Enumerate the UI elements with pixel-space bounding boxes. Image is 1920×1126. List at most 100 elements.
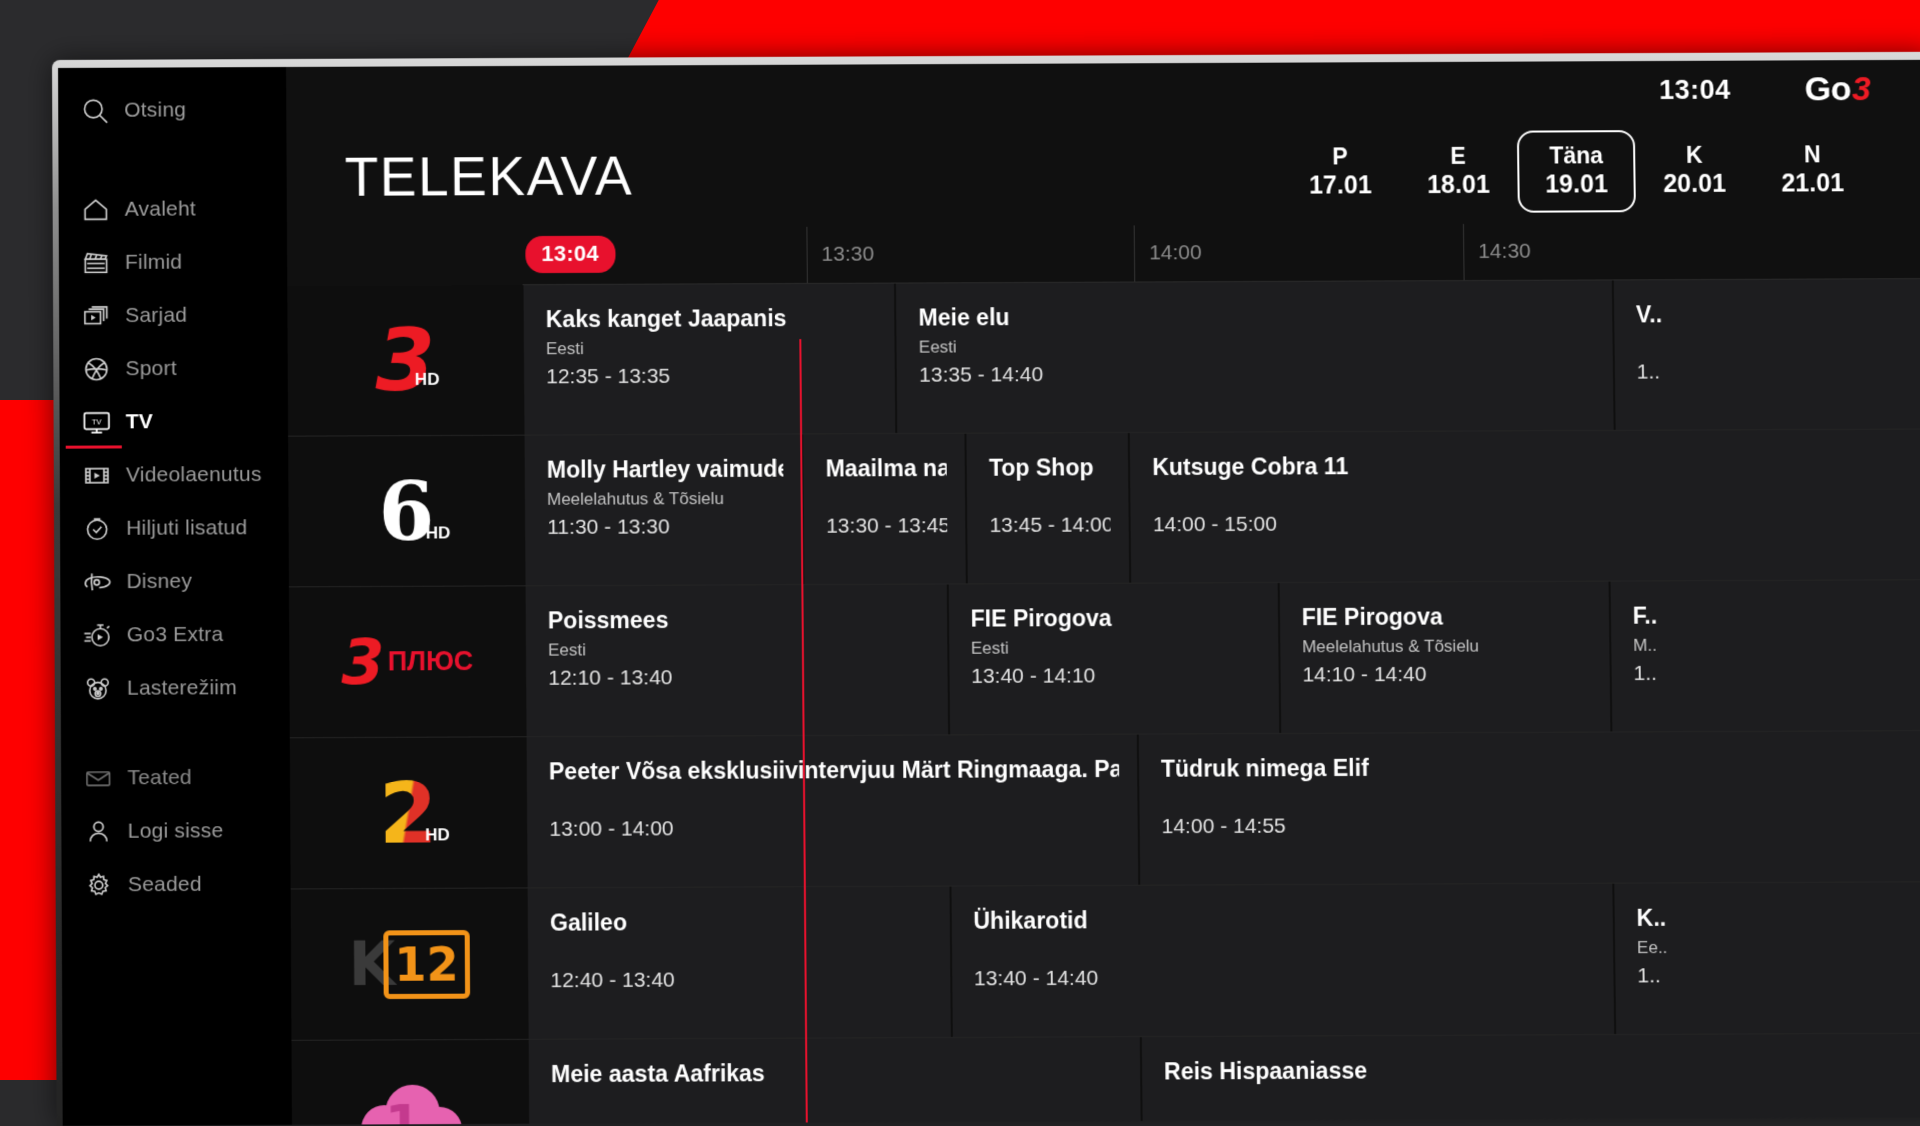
program-time: 1.. [1637,963,1920,988]
program-track: Meie aasta Aafrikas Reis Hispaaniasse [528,1034,1920,1125]
program-cell[interactable]: Tüdruk nimega Elif 14:00 - 14:55 [1138,731,1920,885]
timeline-tick: 14:00 [1134,225,1202,281]
channel-logo-cell[interactable]: 2HD [290,737,527,888]
program-title: FIE Pirogova [970,603,1259,633]
channel-logo-cell[interactable]: 6HD [288,436,524,587]
sidebar-item-sport[interactable]: Sport [59,341,288,395]
program-cell[interactable]: V.. 1.. [1613,279,1920,430]
program-cell[interactable]: FIE PirogovaEesti13:40 - 14:10 [947,583,1280,734]
date-number: 18.01 [1401,169,1515,200]
date-tab-18.01[interactable]: E18.01 [1399,130,1518,213]
channel-logo-cell[interactable]: 3HD [287,285,523,435]
clock-check-icon [74,513,120,543]
date-tab-19.01[interactable]: Täna19.01 [1517,130,1636,213]
channel-logo-cell[interactable]: K12 [291,888,528,1039]
channel-row: K12 Galileo 12:40 - 13:40Ühikarotid 13:40… [291,882,1920,1041]
program-cell[interactable]: Kutsuge Cobra 11 14:00 - 15:00 [1129,429,1920,582]
date-tab-20.01[interactable]: K20.01 [1635,129,1754,212]
program-title: Peeter Võsa eksklusiivintervjuu Märt Rin… [549,755,1119,786]
program-genre: M.. [1633,634,1915,655]
program-cell[interactable]: Ühikarotid 13:40 - 14:40 [950,884,1615,1037]
search-icon [72,95,118,125]
sidebar-item-videolaenutus[interactable]: Videolaenutus [60,448,289,502]
channel-logo-cell[interactable]: 1 [291,1040,528,1125]
sidebar-item-sarjad[interactable]: Sarjad [59,288,288,342]
tv-screen: Otsing Avaleht [58,60,1920,1126]
sidebar-item-disney[interactable]: Disney [60,554,289,608]
program-time: 14:00 - 15:00 [1153,510,1914,537]
program-genre: Eesti [546,338,877,360]
logo-accent: 3 [1852,70,1871,109]
channel-logo-cell[interactable]: 3ПЛЮС [289,586,526,737]
program-title: Meie elu [918,301,1594,333]
program-time: 13:40 - 14:10 [971,663,1260,688]
date-tab-21.01[interactable]: N21.01 [1753,129,1872,212]
sidebar-item-label: Lasterežiim [121,676,237,701]
program-time: 12:35 - 13:35 [546,364,877,390]
sidebar-item-label: Logi sisse [122,819,224,844]
date-tab-17.01[interactable]: P17.01 [1281,131,1400,214]
program-cell[interactable]: Kaks kanget JaapanisEesti12:35 - 13:35 [523,284,897,435]
program-title: K.. [1636,902,1919,932]
sidebar-item-hiljuti-lisatud[interactable]: Hiljuti lisatud [60,501,289,555]
sidebar-item-label: Go3 Extra [121,622,224,647]
stopwatch-icon [75,620,121,650]
program-time: 13:30 - 13:45 [826,514,947,539]
svg-text:TV: TV [92,417,102,426]
program-title: FIE Pirogova [1302,602,1591,632]
sidebar-item-filmid[interactable]: Filmid [59,235,288,289]
tv6-hd-logo: 6HD [378,471,434,552]
program-cell[interactable]: Maailma nal.. 13:30 - 13:45 [802,434,967,584]
channel-row: 1 Meie aasta Aafrikas Reis Hispaaniasse [291,1034,1920,1125]
program-cell[interactable]: Meie eluEesti13:35 - 14:40 [895,280,1614,433]
program-cell[interactable]: Molly Hartley vaimude välja..Meelelahutu… [524,434,804,585]
program-title: Maailma nal.. [826,454,947,483]
program-genre: Eesti [919,334,1595,357]
date-dow: Täna [1519,141,1633,170]
sidebar-item-seaded[interactable]: Seaded [62,857,291,911]
sidebar-item-teated[interactable]: Teated [61,750,290,804]
sidebar-item-avaleht[interactable]: Avaleht [59,182,287,236]
date-dow: E [1401,141,1515,170]
program-cell[interactable]: Galileo 12:40 - 13:40 [527,887,952,1039]
date-dow: K [1637,140,1751,169]
sidebar-item-tv[interactable]: TV TV [59,395,288,449]
header-row: TELEKAVA P17.01E18.01Täna19.01K20.01N21.… [286,118,1920,229]
sidebar-item-logi-sisse[interactable]: Logi sisse [61,804,290,858]
program-genre: Meelelahutus & Tõsielu [547,488,784,509]
program-cell[interactable]: Peeter Võsa eksklusiivintervjuu Märt Rin… [526,735,1139,888]
sidebar-item-go3-extra[interactable]: Go3 Extra [60,607,289,661]
k12-logo: K12 [348,929,470,1000]
gear-icon [76,870,122,900]
program-time: 13:45 - 14:00 [989,513,1110,538]
sidebar-gap [61,714,290,751]
program-cell[interactable]: F..M..1.. [1609,580,1920,731]
program-cell[interactable]: Meie aasta Aafrikas [528,1037,1142,1125]
sidebar-spacer [62,911,292,1126]
sidebar-item-label: Hiljuti lisatud [120,516,247,541]
program-cell[interactable]: Top Shop 13:45 - 14:00 [966,433,1131,583]
sidebar-item-lasterezhiim[interactable]: Lasterežiim [61,661,290,715]
tv11-logo: 1 [355,1078,466,1125]
sidebar-item-search[interactable]: Otsing [58,83,286,137]
filmstrip-icon [74,460,120,490]
page-title: TELEKAVA [345,143,634,208]
go3-logo: Go3 [1805,70,1871,109]
program-cell[interactable]: K.. Ee.. 1.. [1613,882,1920,1034]
tv3-plus-logo: 3ПЛЮС [341,630,473,693]
program-cell[interactable]: FIE PirogovaMeelelahutus & Tõsielu14:10 … [1278,582,1611,733]
series-icon [73,300,119,330]
sidebar-item-label: Filmid [119,250,182,274]
sidebar-item-label: Teated [121,765,192,789]
channel-row: 3ПЛЮСPoissmeesEesti12:10 - 13:40FIE Piro… [289,580,1920,738]
sidebar-item-label: TV [120,410,153,434]
program-time: 12:10 - 13:40 [548,665,929,691]
program-genre: Ee.. [1637,937,1920,958]
program-track: Galileo 12:40 - 13:40Ühikarotid 13:40 - … [527,882,1920,1039]
tv3-hd-logo: 3HD [375,317,435,404]
program-cell[interactable]: PoissmeesEesti12:10 - 13:40 [525,584,949,736]
program-cell[interactable]: Reis Hispaaniasse [1141,1034,1920,1125]
now-time-badge: 13:04 [525,236,615,273]
tv-icon: TV [74,406,120,438]
sidebar-item-label: Disney [120,569,192,593]
